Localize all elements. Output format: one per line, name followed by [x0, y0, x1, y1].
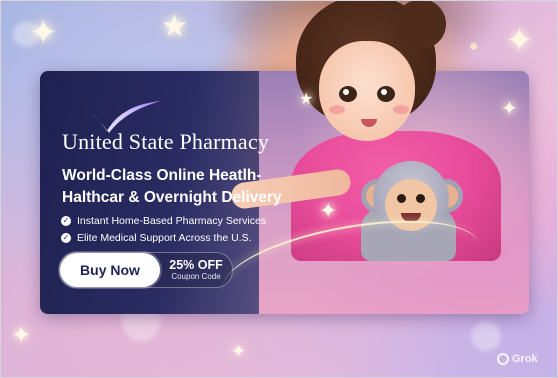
- monkey-eye: [397, 194, 406, 203]
- check-circle-icon: ✓: [61, 215, 71, 226]
- sparkle-icon: ★: [299, 89, 314, 108]
- watermark: Grok: [497, 353, 538, 365]
- sparkle-icon: ✦: [501, 96, 518, 120]
- girl-eye: [339, 86, 357, 102]
- coupon-offer[interactable]: 25% OFF Coupon Code: [160, 259, 232, 282]
- watermark-text: Grok: [512, 353, 538, 365]
- monkey-eye: [416, 194, 425, 203]
- brand-name: United State Pharmacy: [62, 129, 270, 154]
- feature-item: ✓ Instant Home-Based Pharmacy Services: [61, 212, 266, 229]
- feature-item: ✓ Elite Medical Support Across the U.S.: [61, 229, 266, 246]
- girl-cheek: [393, 105, 409, 114]
- sparkle-icon: ✦: [11, 321, 32, 349]
- sparkle-icon: ✦: [506, 21, 533, 59]
- buy-now-button[interactable]: Buy Now: [60, 253, 160, 287]
- discount-label: 25% OFF: [169, 257, 223, 272]
- sparkle-icon: ✦: [29, 13, 58, 53]
- check-circle-icon: ✓: [61, 232, 71, 243]
- feature-list: ✓ Instant Home-Based Pharmacy Services ✓…: [61, 212, 266, 246]
- girl-eye: [377, 86, 395, 102]
- headline: World-Class Online Heatlh- Halthcar & Ov…: [62, 165, 322, 209]
- ad-banner: ✦ ★ ✦ ✦ ✦ ✦ ✦ ★ United State Pharmacy Wo…: [0, 0, 558, 378]
- feature-text: Elite Medical Support Across the U.S.: [77, 231, 252, 244]
- feature-text: Instant Home-Based Pharmacy Services: [77, 214, 267, 227]
- coupon-code-label: Coupon Code: [171, 272, 221, 282]
- sparkle-icon: ✦: [231, 341, 247, 362]
- sparkle-icon: ★: [161, 9, 188, 44]
- headline-line-2: Halthcar & Overnight Delivery: [62, 189, 282, 206]
- bokeh-light: [471, 321, 501, 351]
- cta-group: Buy Now 25% OFF Coupon Code: [59, 252, 233, 288]
- headline-line-1: World-Class Online Heatlh-: [62, 167, 262, 184]
- girl-hair-bun: [396, 1, 446, 49]
- girl-cheek: [329, 105, 345, 114]
- grok-icon: [497, 353, 509, 365]
